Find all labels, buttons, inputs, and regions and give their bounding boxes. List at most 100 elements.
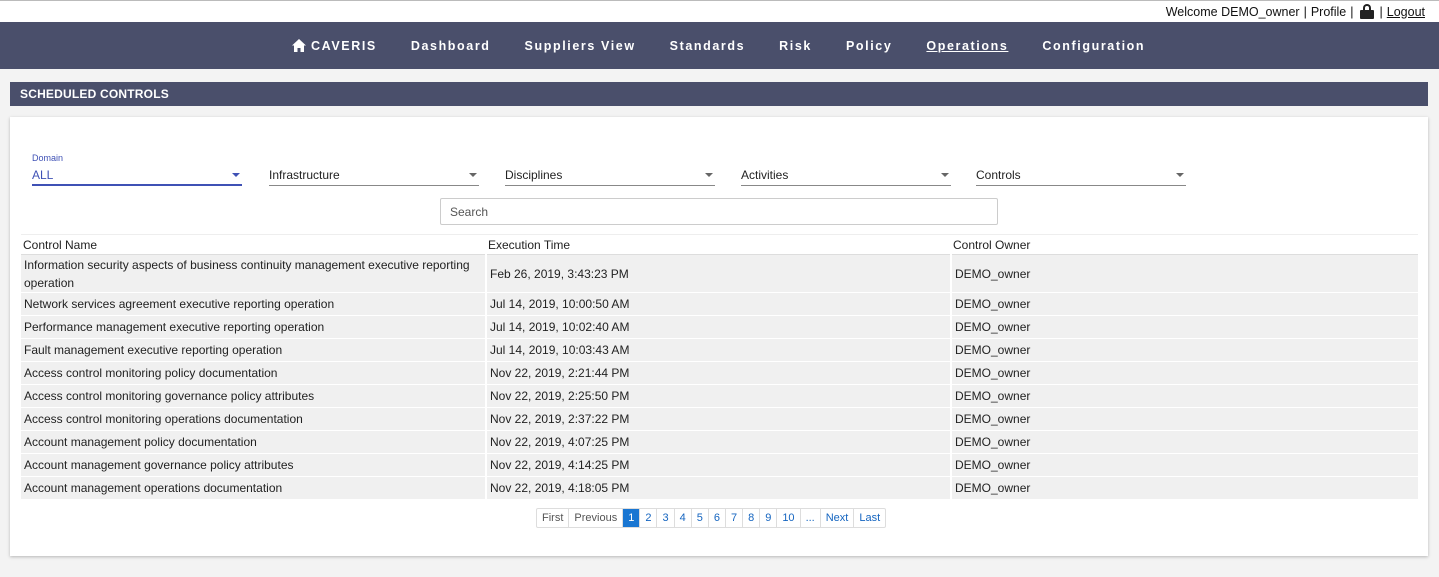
table-row[interactable]: Access control monitoring policy documen… (21, 361, 1418, 385)
nav-item-risk[interactable]: Risk (779, 39, 812, 53)
cell-execution-time: Nov 22, 2019, 2:25:50 PM (486, 384, 952, 408)
section-title: SCHEDULED CONTROLS (10, 82, 1428, 106)
cell-control-name: Account management policy documentation (21, 430, 487, 454)
logout-link[interactable]: Logout (1387, 5, 1425, 19)
cell-control-owner: DEMO_owner (951, 476, 1418, 500)
page-previous-button[interactable]: Previous (569, 509, 624, 527)
chevron-down-icon (941, 173, 949, 177)
cell-control-name: Access control monitoring governance pol… (21, 384, 487, 408)
nav-item-dashboard[interactable]: Dashboard (411, 39, 491, 53)
table-row[interactable]: Network services agreement executive rep… (21, 292, 1418, 316)
profile-link[interactable]: Profile (1311, 5, 1346, 19)
cell-control-owner: DEMO_owner (951, 384, 1418, 408)
nav-menu: CAVERIS Dashboard Suppliers View Standar… (292, 22, 1145, 69)
chevron-down-icon (232, 173, 240, 177)
separator: | (1303, 4, 1307, 19)
activities-select[interactable]: Activities (741, 157, 951, 186)
cell-control-owner: DEMO_owner (951, 315, 1418, 339)
cell-execution-time: Nov 22, 2019, 2:21:44 PM (486, 361, 952, 385)
separator: | (1350, 4, 1354, 19)
separator: | (1379, 4, 1383, 19)
home-icon (292, 39, 306, 52)
nav-item-operations[interactable]: Operations (926, 39, 1008, 53)
table-row[interactable]: Access control monitoring governance pol… (21, 384, 1418, 408)
table-row[interactable]: Performance management executive reporti… (21, 315, 1418, 339)
user-menu: Welcome DEMO_owner | Profile | | Logout (1166, 4, 1425, 19)
nav-brand-caveris[interactable]: CAVERIS (292, 39, 377, 53)
domain-select-label: Domain (32, 153, 64, 163)
cell-execution-time: Nov 22, 2019, 4:18:05 PM (486, 476, 952, 500)
cell-control-name: Fault management executive reporting ope… (21, 338, 487, 362)
cell-control-owner: DEMO_owner (951, 430, 1418, 454)
cell-execution-time: Jul 14, 2019, 10:03:43 AM (486, 338, 952, 362)
controls-table: Control Name Execution Time Control Owne… (21, 234, 1418, 500)
page-button-8[interactable]: 8 (743, 509, 761, 527)
infrastructure-select[interactable]: Infrastructure (269, 157, 479, 186)
search-input[interactable] (440, 198, 998, 225)
cell-control-name: Network services agreement executive rep… (21, 292, 487, 316)
domain-select-value: ALL (32, 168, 54, 182)
lock-icon[interactable] (1359, 4, 1374, 19)
table-row[interactable]: Fault management executive reporting ope… (21, 338, 1418, 362)
column-header-execution-time[interactable]: Execution Time (486, 234, 951, 255)
cell-control-name: Access control monitoring operations doc… (21, 407, 487, 431)
page-next-button[interactable]: Next (821, 509, 855, 527)
cell-control-owner: DEMO_owner (951, 361, 1418, 385)
domain-select[interactable]: Domain ALL (32, 153, 242, 186)
table-row[interactable]: Access control monitoring operations doc… (21, 407, 1418, 431)
nav-item-standards[interactable]: Standards (670, 39, 746, 53)
infrastructure-select-value: Infrastructure (269, 168, 340, 182)
page-button-5[interactable]: 5 (692, 509, 709, 527)
nav-item-configuration[interactable]: Configuration (1042, 39, 1145, 53)
cell-control-owner: DEMO_owner (951, 254, 1418, 293)
table-row[interactable]: Information security aspects of business… (21, 254, 1418, 293)
activities-select-value: Activities (741, 168, 789, 182)
page-button-3[interactable]: 3 (657, 509, 675, 527)
chevron-down-icon (705, 173, 713, 177)
column-header-control-name[interactable]: Control Name (21, 234, 486, 255)
scheduled-controls-panel: Domain ALL Infrastructure Disciplines Ac… (10, 117, 1428, 556)
welcome-text: Welcome DEMO_owner (1165, 4, 1300, 19)
cell-control-name: Access control monitoring policy documen… (21, 361, 487, 385)
table-row[interactable]: Account management governance policy att… (21, 453, 1418, 477)
nav-item-policy[interactable]: Policy (846, 39, 892, 53)
page-button-4[interactable]: 4 (675, 509, 692, 527)
chevron-down-icon (469, 173, 477, 177)
top-bar: Welcome DEMO_owner | Profile | | Logout (0, 0, 1439, 22)
brand-label: CAVERIS (311, 38, 377, 53)
cell-execution-time: Nov 22, 2019, 2:37:22 PM (486, 407, 952, 431)
cell-execution-time: Nov 22, 2019, 4:14:25 PM (486, 453, 952, 477)
page-button-9[interactable]: 9 (760, 509, 778, 527)
main-navbar: CAVERIS Dashboard Suppliers View Standar… (0, 22, 1439, 69)
cell-control-owner: DEMO_owner (951, 407, 1418, 431)
controls-select-value: Controls (976, 168, 1021, 182)
page-last-button[interactable]: Last (854, 509, 885, 527)
page-button-10[interactable]: 10 (777, 509, 801, 527)
page-button-7[interactable]: 7 (726, 509, 744, 527)
chevron-down-icon (1176, 173, 1184, 177)
page-ellipsis-button[interactable]: ... (801, 509, 821, 527)
disciplines-select-value: Disciplines (505, 168, 563, 182)
nav-item-suppliers-view[interactable]: Suppliers View (525, 39, 636, 53)
cell-execution-time: Jul 14, 2019, 10:02:40 AM (486, 315, 952, 339)
cell-control-name: Performance management executive reporti… (21, 315, 487, 339)
disciplines-select[interactable]: Disciplines (505, 157, 715, 186)
table-row[interactable]: Account management operations documentat… (21, 476, 1418, 500)
cell-control-owner: DEMO_owner (951, 292, 1418, 316)
cell-control-owner: DEMO_owner (951, 453, 1418, 477)
controls-select[interactable]: Controls (976, 157, 1186, 186)
cell-control-name: Information security aspects of business… (21, 254, 487, 293)
page-button-6[interactable]: 6 (709, 509, 726, 527)
pagination: First Previous 1 2 3 4 5 6 7 8 9 10 ... … (536, 508, 887, 528)
cell-control-owner: DEMO_owner (951, 338, 1418, 362)
cell-execution-time: Feb 26, 2019, 3:43:23 PM (486, 254, 952, 293)
cell-execution-time: Nov 22, 2019, 4:07:25 PM (486, 430, 952, 454)
cell-control-name: Account management governance policy att… (21, 453, 487, 477)
cell-execution-time: Jul 14, 2019, 10:00:50 AM (486, 292, 952, 316)
column-header-control-owner[interactable]: Control Owner (951, 234, 1418, 255)
page-button-2[interactable]: 2 (640, 509, 658, 527)
table-row[interactable]: Account management policy documentation … (21, 430, 1418, 454)
page-first-button[interactable]: First (537, 509, 570, 527)
table-header-row: Control Name Execution Time Control Owne… (21, 234, 1418, 255)
page-button-1[interactable]: 1 (623, 509, 641, 527)
